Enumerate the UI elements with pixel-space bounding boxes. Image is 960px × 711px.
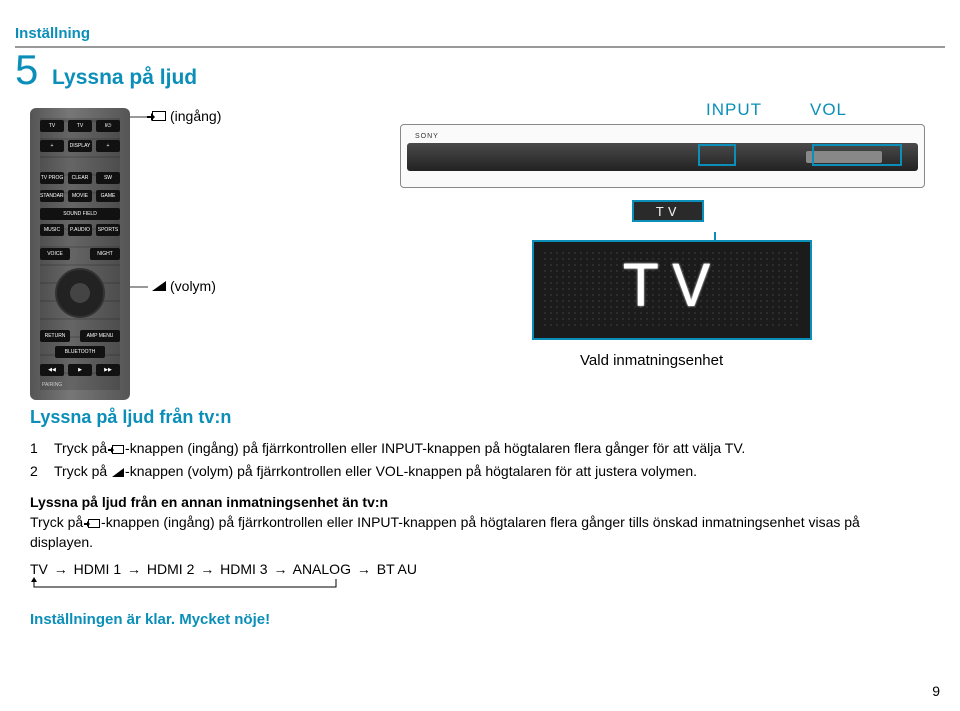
instruction-block: Lyssna på ljud från tv:n 1 Tryck på -kna… bbox=[30, 404, 920, 631]
remote-btn: SW bbox=[96, 172, 120, 184]
arrow-icon: → bbox=[273, 561, 287, 577]
remote-btn: GAME bbox=[96, 190, 120, 202]
sub-lead: Tryck på bbox=[30, 514, 87, 530]
s1-tail: -knappen (ingång) på fjärrkontrollen ell… bbox=[125, 440, 745, 456]
soundbar-label-vol: VOL bbox=[810, 100, 847, 120]
callout-input: (ingång) bbox=[152, 108, 221, 124]
input-icon bbox=[88, 519, 100, 528]
link-line bbox=[714, 232, 716, 240]
remote-btn: MOVIE bbox=[68, 190, 92, 202]
remote-btn: TV bbox=[40, 120, 64, 132]
arrow-icon: → bbox=[200, 561, 214, 577]
input-icon bbox=[152, 111, 166, 121]
step-title: Lyssna på ljud bbox=[52, 66, 197, 90]
remote-bluetooth: BLUETOOTH bbox=[55, 346, 105, 358]
display-caption: Vald inmatningsenhet bbox=[580, 352, 723, 369]
subsection-title: Lyssna på ljud från en annan inmatningse… bbox=[30, 492, 920, 512]
soundbar-label-input: INPUT bbox=[706, 100, 762, 120]
remote-btn: SPORTS bbox=[96, 224, 120, 236]
remote-return: RETURN bbox=[40, 330, 70, 342]
header-divider: Inställning bbox=[15, 25, 945, 48]
remote-illustration: TVTVI/⏻ +DISPLAY+ TV PROGCLEAR AUDIO+SW … bbox=[30, 108, 130, 400]
volume-icon bbox=[112, 468, 124, 477]
remote-btn: + bbox=[40, 140, 64, 152]
remote-dpad bbox=[55, 268, 105, 318]
remote-btn: STANDARD bbox=[40, 190, 64, 202]
remote-voice: VOICE bbox=[40, 248, 70, 260]
s2-tail: -knappen (volym) på fjärrkontrollen elle… bbox=[125, 463, 697, 479]
arrow-icon: → bbox=[54, 561, 68, 577]
remote-pairing: PAIRING bbox=[42, 382, 62, 388]
section-title: Lyssna på ljud från tv:n bbox=[30, 404, 920, 430]
brand-label: SONY bbox=[415, 133, 439, 140]
dot-matrix: TV bbox=[542, 250, 802, 330]
header-title: Inställning bbox=[15, 25, 945, 46]
seq-item: HDMI 3 bbox=[220, 561, 267, 577]
callout-line bbox=[130, 286, 148, 288]
callout-volume: (volym) bbox=[152, 278, 216, 294]
remote-media: ▶▶ bbox=[96, 364, 120, 376]
remote-night: NIGHT bbox=[90, 248, 120, 260]
remote-btn: CLEAR AUDIO+ bbox=[68, 172, 92, 184]
remote-btn: I/⏻ bbox=[96, 120, 120, 132]
input-button-highlight bbox=[702, 148, 732, 162]
step-1-text: Tryck på -knappen (ingång) på fjärrkontr… bbox=[54, 438, 745, 458]
vol-button-highlight bbox=[816, 148, 898, 162]
s1-lead: Tryck på bbox=[54, 440, 111, 456]
remote-btn: TV PROG bbox=[40, 172, 64, 184]
display-small: TV bbox=[632, 200, 704, 222]
step-2: 2 Tryck på -knappen (volym) på fjärrkont… bbox=[30, 461, 920, 481]
seq-item: BT AU bbox=[377, 561, 417, 577]
arrow-icon: → bbox=[357, 561, 371, 577]
callout-input-label: (ingång) bbox=[170, 108, 221, 124]
step-1-num: 1 bbox=[30, 438, 44, 458]
remote-amp-menu: AMP MENU bbox=[80, 330, 120, 342]
display-zoom: TV bbox=[532, 240, 812, 340]
remote-media: ▶ bbox=[68, 364, 92, 376]
remote-btn: MUSIC bbox=[40, 224, 64, 236]
seq-item: TV bbox=[30, 561, 48, 577]
callout-line bbox=[130, 116, 148, 118]
step-2-num: 2 bbox=[30, 461, 44, 481]
seq-item: HDMI 1 bbox=[74, 561, 121, 577]
sub-tail: -knappen (ingång) på fjärrkontrollen ell… bbox=[30, 514, 860, 550]
seq-item: ANALOG bbox=[293, 561, 351, 577]
display-big-text: TV bbox=[622, 254, 723, 326]
arrow-icon: → bbox=[127, 561, 141, 577]
subsection-text: Tryck på -knappen (ingång) på fjärrkontr… bbox=[30, 512, 920, 553]
completion-message: Inställningen är klar. Mycket nöje! bbox=[30, 609, 920, 631]
input-icon bbox=[112, 445, 124, 454]
remote-btn: TV bbox=[68, 120, 92, 132]
page-number: 9 bbox=[932, 683, 940, 699]
input-sequence: TV → HDMI 1 → HDMI 2 → HDMI 3 → ANALOG →… bbox=[30, 559, 920, 579]
remote-media: ◀◀ bbox=[40, 364, 64, 376]
remote-btn: + bbox=[96, 140, 120, 152]
seq-item: HDMI 2 bbox=[147, 561, 194, 577]
callout-volume-label: (volym) bbox=[170, 278, 216, 294]
volume-icon bbox=[152, 281, 166, 291]
step-2-text: Tryck på -knappen (volym) på fjärrkontro… bbox=[54, 461, 697, 481]
step-number: 5 bbox=[15, 46, 38, 94]
remote-btn: P.AUDIO bbox=[68, 224, 92, 236]
remote-btn: DISPLAY bbox=[68, 140, 92, 152]
step-1: 1 Tryck på -knappen (ingång) på fjärrkon… bbox=[30, 438, 920, 458]
s2-lead: Tryck på bbox=[54, 463, 111, 479]
remote-btn: SOUND FIELD bbox=[40, 208, 120, 220]
